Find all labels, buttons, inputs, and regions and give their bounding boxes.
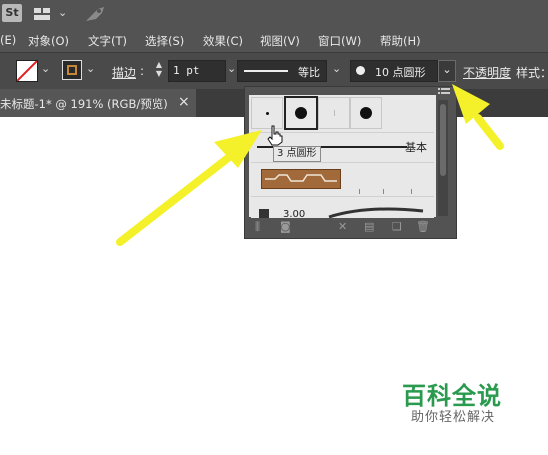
- arrow-to-dropdown: [452, 84, 504, 150]
- arrow-to-swatch: [116, 130, 262, 246]
- watermark-subtitle: 助你轻松解决: [411, 410, 496, 425]
